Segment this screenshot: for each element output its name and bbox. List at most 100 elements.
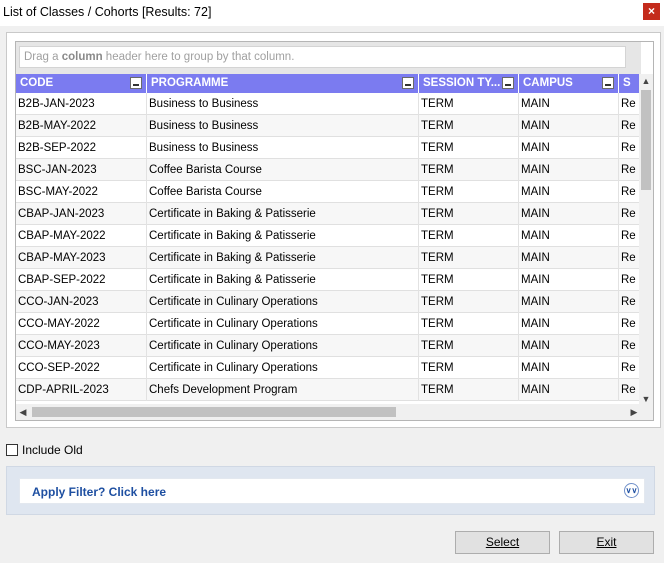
cell-programme: Certificate in Culinary Operations [147,313,419,335]
column-header-programme[interactable]: PROGRAMME [147,74,419,93]
table-row[interactable]: CDP-APRIL-2023 Chefs Development Program T… [16,379,641,401]
cell-code: CCO-SEP-2022 [16,357,147,379]
cell-code: CCO-JAN-2023 [16,291,147,313]
double-chevron-down-icon[interactable]: ∨∨ [624,483,639,498]
filter-icon[interactable] [602,77,614,89]
cell-code: B2B-SEP-2022 [16,137,147,159]
cell-campus: MAIN [519,379,619,401]
cell-code: CBAP-JAN-2023 [16,203,147,225]
table-row[interactable]: CBAP-JAN-2023 Certificate in Baking & Pat… [16,203,641,225]
cell-code: BSC-JAN-2023 [16,159,147,181]
select-button[interactable]: Select [455,531,550,554]
horizontal-scroll-thumb[interactable] [32,407,396,417]
cell-s: Re [619,159,641,181]
cell-campus: MAIN [519,247,619,269]
cell-s: Re [619,115,641,137]
scroll-left-icon[interactable]: ◀ [16,404,30,420]
cell-s: Re [619,225,641,247]
group-bold: column [61,51,103,63]
group-prefix: Drag a [24,51,62,63]
cell-campus: MAIN [519,225,619,247]
filter-icon[interactable] [130,77,142,89]
include-old-checkbox[interactable]: Include Old [6,442,83,458]
cell-session: TERM [419,313,519,335]
cell-s: Re [619,335,641,357]
table-row[interactable]: CCO-MAY-2023 Certificate in Culinary Oper… [16,335,641,357]
horizontal-scrollbar[interactable]: ◀ ▶ [16,404,641,420]
cell-session: TERM [419,247,519,269]
filter-icon[interactable] [402,77,414,89]
cell-s: Re [619,137,641,159]
column-header-label: CAMPUS [523,77,573,89]
apply-filter-link[interactable]: Apply Filter? Click here [32,485,166,499]
table-row[interactable]: CCO-MAY-2022 Certificate in Culinary Oper… [16,313,641,335]
cell-programme: Certificate in Culinary Operations [147,357,419,379]
scrollbar-corner [639,404,653,420]
cell-programme: Certificate in Culinary Operations [147,335,419,357]
cell-code: CDP-APRIL-2023 [16,379,147,401]
cohort-grid: Drag a column header here to group by th… [15,41,654,421]
group-suffix: header here to group by that column. [102,51,295,63]
cell-s: Re [619,247,641,269]
table-row[interactable]: B2B-JAN-2023 Business to Business TERM MAIN… [16,93,641,115]
cell-session: TERM [419,225,519,247]
scroll-up-icon[interactable]: ▲ [639,74,653,88]
cell-campus: MAIN [519,137,619,159]
cell-session: TERM [419,93,519,115]
column-header-label: S [623,77,631,89]
cell-programme: Business to Business [147,137,419,159]
vertical-scroll-thumb[interactable] [641,90,651,190]
column-header-label: CODE [20,77,54,89]
table-row[interactable]: CBAP-SEP-2022 Certificate in Baking & Pat… [16,269,641,291]
column-header-code[interactable]: CODE [16,74,147,93]
vertical-scrollbar[interactable]: ▲ ▼ [639,74,653,406]
cell-programme: Business to Business [147,93,419,115]
grid-frame: Drag a column header here to group by th… [6,32,661,428]
table-row[interactable]: CCO-JAN-2023 Certificate in Culinary Oper… [16,291,641,313]
cell-campus: MAIN [519,181,619,203]
cell-session: TERM [419,269,519,291]
cell-campus: MAIN [519,313,619,335]
table-row[interactable]: BSC-MAY-2022 Coffee Barista Course TERM MAI… [16,181,641,203]
cell-s: Re [619,379,641,401]
column-header-campus[interactable]: CAMPUS [519,74,619,93]
column-header-session-type[interactable]: SESSION TY... [419,74,519,93]
cell-campus: MAIN [519,115,619,137]
cell-code: B2B-JAN-2023 [16,93,147,115]
cell-code: BSC-MAY-2022 [16,181,147,203]
title-bar: List of Classes / Cohorts [Results: 72] … [0,0,664,26]
cell-code: CBAP-SEP-2022 [16,269,147,291]
column-header-s[interactable]: S [619,74,641,93]
cell-campus: MAIN [519,93,619,115]
cell-programme: Certificate in Baking & Patisserie [147,269,419,291]
column-header-label: SESSION TY... [423,77,501,89]
window-title: List of Classes / Cohorts [Results: 72] [3,5,212,19]
cell-code: CCO-MAY-2023 [16,335,147,357]
table-row[interactable]: BSC-JAN-2023 Coffee Barista Course TERM MAI… [16,159,641,181]
cell-session: TERM [419,181,519,203]
table-row[interactable]: CBAP-MAY-2022 Certificate in Baking & Pat… [16,225,641,247]
group-by-panel[interactable]: Drag a column header here to group by th… [16,42,641,74]
apply-filter-bar[interactable]: Apply Filter? Click here ∨∨ [19,478,645,504]
include-old-label: Include Old [22,443,83,457]
table-row[interactable]: B2B-SEP-2022 Business to Business TERM MAIN… [16,137,641,159]
cell-session: TERM [419,379,519,401]
cell-campus: MAIN [519,203,619,225]
close-button[interactable]: × [643,3,660,20]
cell-s: Re [619,93,641,115]
cell-session: TERM [419,357,519,379]
table-row[interactable]: CCO-SEP-2022 Certificate in Culinary Oper… [16,357,641,379]
cell-code: CBAP-MAY-2022 [16,225,147,247]
cell-session: TERM [419,159,519,181]
cell-s: Re [619,313,641,335]
cell-s: Re [619,181,641,203]
filter-panel: Apply Filter? Click here ∨∨ [6,466,655,515]
cell-campus: MAIN [519,269,619,291]
group-by-drop-area[interactable]: Drag a column header here to group by th… [19,46,626,68]
exit-button[interactable]: Exit [559,531,654,554]
table-row[interactable]: B2B-MAY-2022 Business to Business TERM MAIN… [16,115,641,137]
cell-code: CCO-MAY-2022 [16,313,147,335]
table-row[interactable]: CBAP-MAY-2023 Certificate in Baking & Pat… [16,247,641,269]
checkbox-box[interactable] [6,444,18,456]
filter-icon[interactable] [502,77,514,89]
